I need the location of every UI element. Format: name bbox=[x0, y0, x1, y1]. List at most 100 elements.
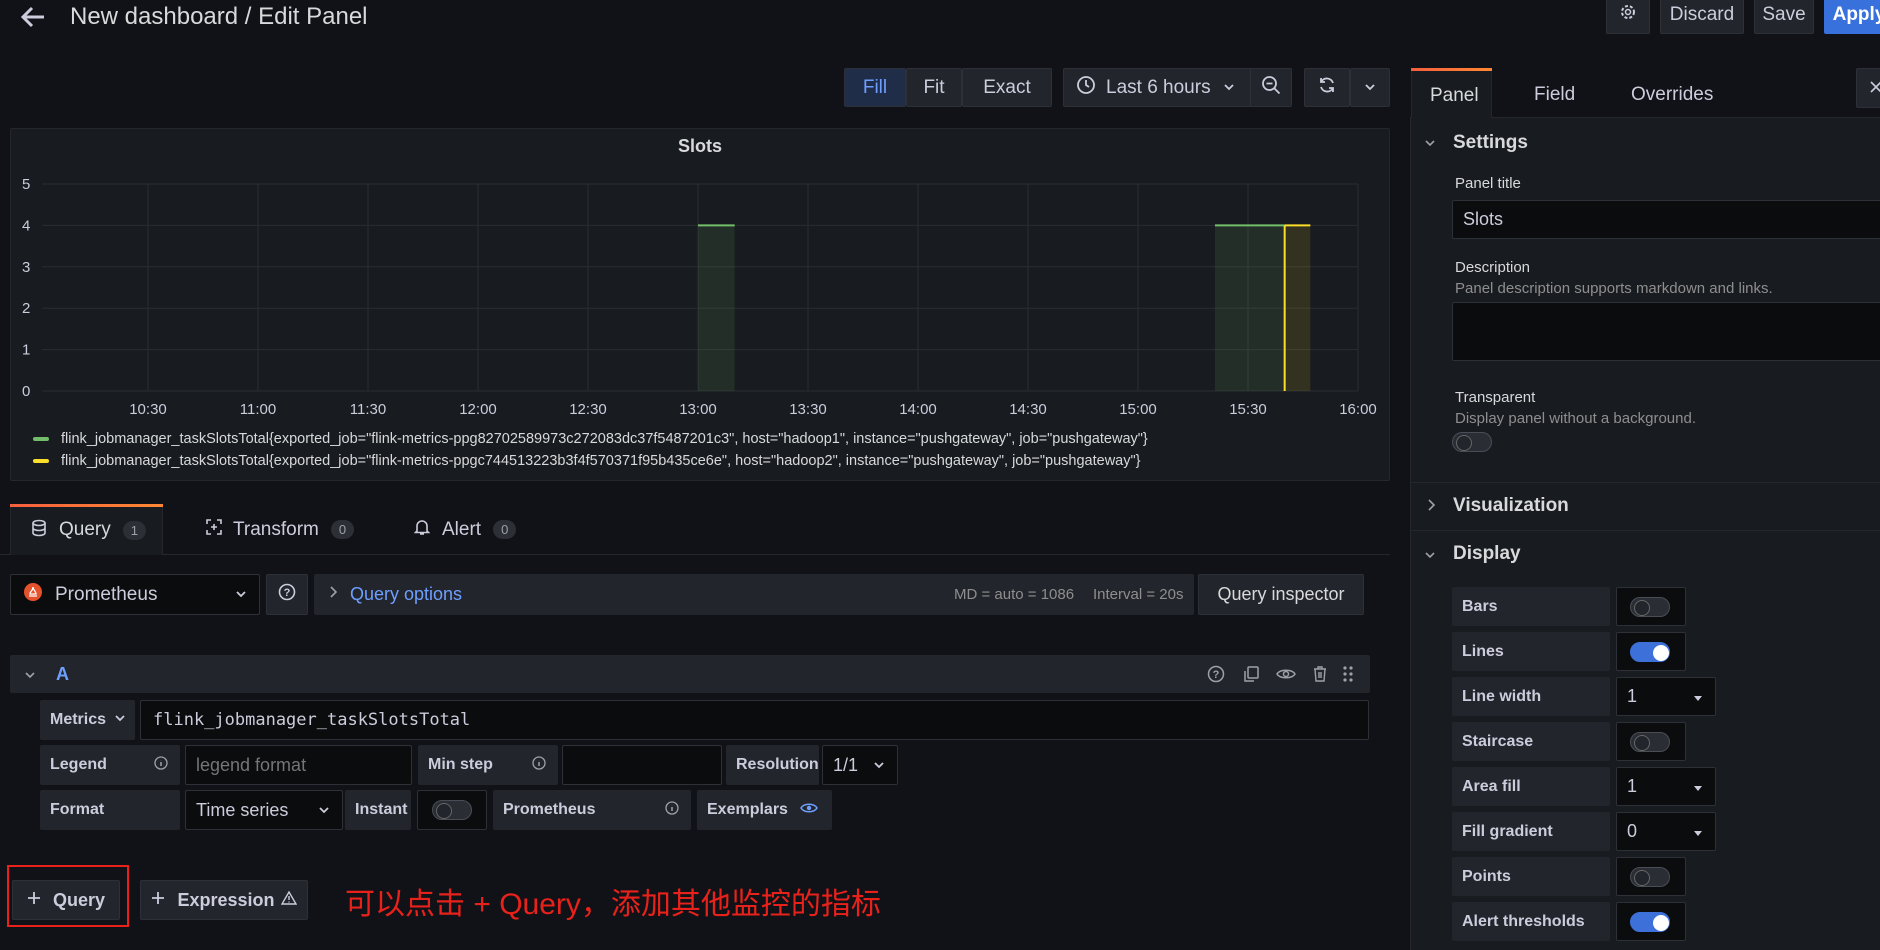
query-options-md: MD = auto = 1086 bbox=[954, 586, 1075, 603]
legend-label: flink_jobmanager_taskSlotsTotal{exported… bbox=[61, 431, 1148, 447]
tab-label: Panel bbox=[1430, 85, 1479, 106]
chevron-down-icon bbox=[235, 584, 247, 606]
close-options-button[interactable] bbox=[1856, 68, 1880, 108]
bars-label: Bars bbox=[1452, 587, 1610, 626]
chevron-right-icon[interactable] bbox=[1426, 498, 1436, 517]
alert-thresholds-toggle[interactable] bbox=[1630, 912, 1670, 932]
help-icon: ? bbox=[278, 583, 296, 607]
pane-divider[interactable] bbox=[1390, 60, 1410, 950]
line-width-select[interactable]: 1 bbox=[1616, 677, 1716, 716]
add-query-label: Query bbox=[52, 889, 106, 910]
format-value: Time series bbox=[196, 799, 289, 820]
annotation-text: 可以点击 + Query，添加其他监控的指标 bbox=[345, 888, 881, 921]
metrics-browser-button[interactable]: Metrics bbox=[40, 700, 135, 740]
apply-button[interactable]: Apply bbox=[1824, 0, 1880, 34]
description-textarea[interactable] bbox=[1452, 302, 1880, 361]
metrics-label: Metrics bbox=[50, 711, 107, 728]
datasource-picker[interactable]: Prometheus bbox=[10, 574, 260, 615]
x-tick-label: 10:30 bbox=[129, 401, 167, 418]
exemplars-text: Exemplars bbox=[707, 801, 788, 818]
fill-gradient-label: Fill gradient bbox=[1452, 812, 1610, 851]
legend-item-series-2[interactable]: flink_jobmanager_taskSlotsTotal{exported… bbox=[33, 450, 1148, 472]
active-tab-indicator bbox=[1411, 68, 1492, 71]
chevron-down-icon bbox=[873, 755, 885, 776]
legend-label: Legend bbox=[50, 756, 107, 773]
prometheus-type-label: Prometheus bbox=[493, 790, 691, 830]
add-expression-label: Expression bbox=[177, 889, 275, 910]
discard-button[interactable]: Discard bbox=[1660, 0, 1744, 34]
active-tab-indicator bbox=[10, 504, 163, 507]
bell-icon bbox=[413, 518, 431, 541]
duplicate-query-icon[interactable] bbox=[1242, 665, 1260, 688]
svg-text:?: ? bbox=[1213, 669, 1220, 681]
query-help-icon[interactable]: ? bbox=[1207, 665, 1225, 688]
add-expression-button[interactable]: Expression bbox=[140, 880, 308, 920]
dashboard-settings-button[interactable] bbox=[1606, 0, 1650, 34]
fill-gradient-select[interactable]: 0 bbox=[1616, 812, 1716, 851]
datasource-help-button[interactable]: ? bbox=[266, 574, 308, 615]
resolution-select[interactable]: 1/1 bbox=[822, 745, 898, 785]
chart-svg: 0 1 2 3 4 5 10:30 11:00 11:30 12:00 12:30 13:00 13:3… bbox=[22, 176, 1377, 418]
resolution-label: Resolution bbox=[726, 745, 819, 785]
caret-down-icon bbox=[1693, 821, 1703, 842]
tab-transform[interactable]: Transform 0 bbox=[205, 518, 355, 541]
instant-toggle[interactable] bbox=[432, 800, 472, 820]
query-inspector-button[interactable]: Query inspector bbox=[1198, 574, 1364, 615]
chevron-down-icon[interactable] bbox=[1424, 548, 1436, 566]
settings-section-header[interactable]: Settings bbox=[1453, 132, 1528, 154]
tab-label: Query bbox=[59, 519, 111, 540]
add-query-button[interactable]: Query bbox=[12, 880, 120, 920]
y-tick-label: 2 bbox=[22, 300, 30, 317]
legend: flink_jobmanager_taskSlotsTotal{exported… bbox=[33, 428, 1148, 472]
info-icon bbox=[532, 755, 546, 775]
query-options-bar[interactable]: Query options MD = auto = 1086 Interval … bbox=[314, 574, 1194, 615]
chevron-down-icon[interactable] bbox=[1424, 136, 1436, 154]
tab-panel[interactable]: Panel bbox=[1411, 68, 1492, 118]
toggle-visibility-eye-icon[interactable] bbox=[1276, 665, 1296, 688]
eye-icon[interactable] bbox=[800, 801, 818, 820]
instant-label: Instant bbox=[345, 790, 411, 830]
x-tick-label: 12:00 bbox=[459, 401, 497, 418]
area-fill-value: 1 bbox=[1627, 776, 1638, 796]
panel-title-input[interactable]: Slots bbox=[1452, 200, 1880, 239]
caret-down-icon bbox=[1693, 776, 1703, 797]
min-step-input[interactable] bbox=[562, 745, 722, 785]
query-row-header bbox=[10, 655, 1370, 693]
delete-query-trash-icon[interactable] bbox=[1312, 665, 1328, 688]
query-options-label: Query options bbox=[350, 584, 463, 604]
tab-count-badge: 0 bbox=[330, 520, 355, 539]
legend-format-input[interactable] bbox=[185, 745, 412, 785]
staircase-label: Staircase bbox=[1452, 722, 1610, 761]
metrics-query-input[interactable]: flink_jobmanager_taskSlotsTotal bbox=[140, 700, 1369, 740]
visualization-section-header[interactable]: Visualization bbox=[1453, 495, 1569, 517]
lines-toggle[interactable] bbox=[1630, 642, 1670, 662]
x-tick-label: 15:30 bbox=[1229, 401, 1267, 418]
x-tick-label: 14:00 bbox=[899, 401, 937, 418]
transparent-toggle[interactable] bbox=[1452, 432, 1492, 452]
chevron-down-icon bbox=[318, 800, 330, 821]
tab-field[interactable]: Field bbox=[1534, 84, 1575, 106]
staircase-toggle[interactable] bbox=[1630, 732, 1670, 752]
display-section-header[interactable]: Display bbox=[1453, 543, 1521, 565]
query-ref-id[interactable]: A bbox=[56, 664, 69, 685]
tab-overrides[interactable]: Overrides bbox=[1631, 84, 1713, 106]
tab-query[interactable]: Query 1 bbox=[10, 504, 163, 555]
line-width-label: Line width bbox=[1452, 677, 1610, 716]
panel-title-label: Panel title bbox=[1455, 175, 1521, 192]
tab-alert[interactable]: Alert 0 bbox=[413, 518, 517, 541]
drag-handle-icon[interactable] bbox=[1341, 665, 1355, 688]
tab-count-badge: 0 bbox=[493, 520, 517, 539]
points-toggle[interactable] bbox=[1630, 867, 1670, 887]
y-tick-label: 0 bbox=[22, 383, 30, 400]
close-icon bbox=[1870, 77, 1880, 99]
save-button[interactable]: Save bbox=[1754, 0, 1814, 34]
y-tick-label: 4 bbox=[22, 217, 30, 234]
y-tick-label: 1 bbox=[22, 342, 30, 359]
area-fill-select[interactable]: 1 bbox=[1616, 767, 1716, 806]
section-divider bbox=[1411, 530, 1880, 531]
format-select[interactable]: Time series bbox=[185, 790, 343, 830]
bars-toggle[interactable] bbox=[1630, 597, 1670, 617]
legend-item-series-1[interactable]: flink_jobmanager_taskSlotsTotal{exported… bbox=[33, 428, 1148, 450]
area-fill-label: Area fill bbox=[1452, 767, 1610, 806]
collapse-query-icon[interactable] bbox=[24, 668, 36, 686]
